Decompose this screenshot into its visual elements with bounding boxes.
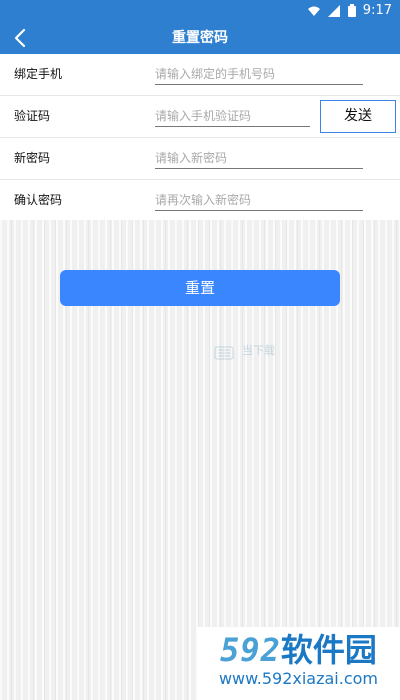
brand-cn: 软件园 [280, 631, 377, 669]
send-code-button[interactable]: 发送 [320, 100, 396, 133]
brand-name: 592软件园 [197, 633, 400, 667]
confirm-password-row: 确认密码 请再次输入新密码 [0, 180, 400, 222]
signal-icon [327, 4, 341, 18]
wifi-icon [307, 4, 321, 18]
brand-number: 592 [220, 631, 281, 669]
code-label: 验证码 [14, 109, 51, 123]
watermark-logo-icon [214, 346, 234, 360]
page-title: 重置密码 [172, 30, 228, 46]
content-area: 重置 当下载 592软件园 www.592xiazai.com [0, 220, 400, 700]
phone-row: 绑定手机 请输入绑定的手机号码 [0, 54, 400, 96]
status-time: 9:17 [362, 3, 392, 18]
new-password-label: 新密码 [14, 151, 51, 165]
brand-watermark: 592软件园 www.592xiazai.com [197, 627, 400, 700]
confirm-password-input[interactable]: 请再次输入新密码 [155, 190, 363, 211]
confirm-password-label: 确认密码 [14, 193, 63, 207]
watermark-text: 当下载 [242, 344, 275, 357]
phone-label: 绑定手机 [14, 67, 63, 81]
phone-input[interactable]: 请输入绑定的手机号码 [155, 64, 363, 85]
battery-icon [347, 3, 357, 18]
new-password-row: 新密码 请输入新密码 [0, 138, 400, 180]
code-row: 验证码 请输入手机验证码 发送 [0, 96, 400, 138]
reset-form: 绑定手机 请输入绑定的手机号码 验证码 请输入手机验证码 发送 新密码 请输入新… [0, 54, 400, 222]
new-password-input[interactable]: 请输入新密码 [155, 148, 363, 169]
brand-url: www.592xiazai.com [218, 669, 379, 688]
status-bar: 9:17 [0, 0, 400, 22]
status-icons: 9:17 [307, 3, 392, 18]
reset-button[interactable]: 重置 [60, 270, 340, 306]
code-input[interactable]: 请输入手机验证码 [155, 106, 310, 127]
watermark: 当下载 [214, 344, 286, 364]
app-bar: 重置密码 [0, 22, 400, 54]
